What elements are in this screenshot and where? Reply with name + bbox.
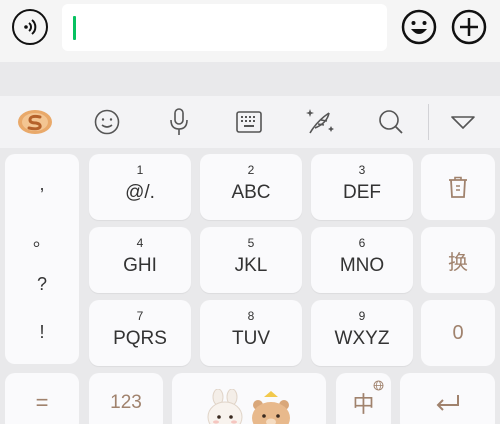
key-number: 6: [358, 236, 366, 250]
key-number: 1: [136, 163, 144, 177]
punctuation-column: , 。 ? !: [5, 154, 79, 364]
zero-key[interactable]: 0: [421, 300, 495, 366]
sogou-logo-button[interactable]: [15, 104, 55, 140]
key-9[interactable]: 9 WXYZ: [311, 300, 413, 366]
numeric-key[interactable]: 123: [89, 373, 163, 424]
space-key[interactable]: [172, 373, 326, 424]
handwriting-icon: [306, 109, 334, 134]
language-key[interactable]: 中: [336, 373, 391, 424]
mascot-icon: [207, 389, 290, 424]
key-letters: GHI: [123, 255, 157, 276]
key-letters: PQRS: [113, 328, 167, 349]
emoji-button[interactable]: [401, 9, 437, 45]
key-6[interactable]: 6 MNO: [311, 227, 413, 293]
enter-key[interactable]: [400, 373, 495, 424]
collapse-keyboard-button[interactable]: [443, 104, 483, 140]
key-8[interactable]: 8 TUV: [200, 300, 302, 366]
toolbar-divider: [428, 104, 429, 140]
key-letters: DEF: [343, 182, 381, 203]
microphone-icon: [170, 108, 188, 135]
key-number: 5: [247, 236, 255, 250]
key-1[interactable]: 1 @/.: [89, 154, 191, 220]
more-button[interactable]: [451, 9, 487, 45]
key-letters: @/.: [125, 182, 155, 203]
punct-exclamation-key[interactable]: !: [5, 322, 79, 343]
enter-icon: [436, 395, 459, 411]
voice-input-button[interactable]: [159, 104, 199, 140]
key-number: 4: [136, 236, 144, 250]
key-letters: JKL: [234, 255, 268, 276]
key-4[interactable]: 4 GHI: [89, 227, 191, 293]
emoji-icon: [94, 109, 120, 135]
sogou-logo-icon: [18, 110, 52, 134]
globe-icon: [373, 380, 384, 391]
plus-icon: [451, 9, 487, 45]
symbol-key[interactable]: =: [5, 373, 79, 424]
search-button[interactable]: [371, 104, 411, 140]
keyboard-switch-button[interactable]: [229, 104, 269, 140]
message-input[interactable]: [62, 4, 387, 51]
search-icon: [379, 110, 403, 134]
keyboard-icon: [236, 111, 262, 133]
key-number: 2: [247, 163, 255, 177]
key-number: 9: [358, 309, 366, 323]
voice-icon: [24, 19, 37, 35]
key-3[interactable]: 3 DEF: [311, 154, 413, 220]
voice-button[interactable]: [12, 9, 48, 45]
key-7[interactable]: 7 PQRS: [89, 300, 191, 366]
keyboard-toolbar: [0, 96, 500, 148]
delete-key[interactable]: [421, 154, 495, 220]
punct-comma-key[interactable]: ,: [5, 174, 79, 195]
key-letters: ABC: [231, 182, 271, 203]
key-number: 8: [247, 309, 255, 323]
toolbar-emoji-button[interactable]: [87, 104, 127, 140]
key-number: 7: [136, 309, 144, 323]
collapse-icon: [451, 116, 475, 129]
key-2[interactable]: 2 ABC: [200, 154, 302, 220]
key-letters: TUV: [232, 328, 270, 349]
chat-input-bar: [0, 0, 500, 62]
emoji-icon: [401, 9, 437, 45]
key-letters: MNO: [339, 255, 385, 276]
key-5[interactable]: 5 JKL: [200, 227, 302, 293]
text-cursor: [73, 16, 76, 40]
key-letters: WXYZ: [334, 328, 390, 349]
key-number: 3: [358, 163, 366, 177]
punct-question-key[interactable]: ?: [5, 274, 79, 295]
language-key-label: 中: [352, 392, 375, 417]
switch-key[interactable]: 换: [421, 227, 495, 293]
punct-period-key[interactable]: 。: [5, 226, 79, 252]
delete-icon: [449, 176, 467, 198]
keyboard: , 。 ? ! 1 @/. 2 ABC 3 DEF 4 GHI 5 JKL 6 …: [0, 62, 500, 424]
handwriting-button[interactable]: [300, 104, 340, 140]
